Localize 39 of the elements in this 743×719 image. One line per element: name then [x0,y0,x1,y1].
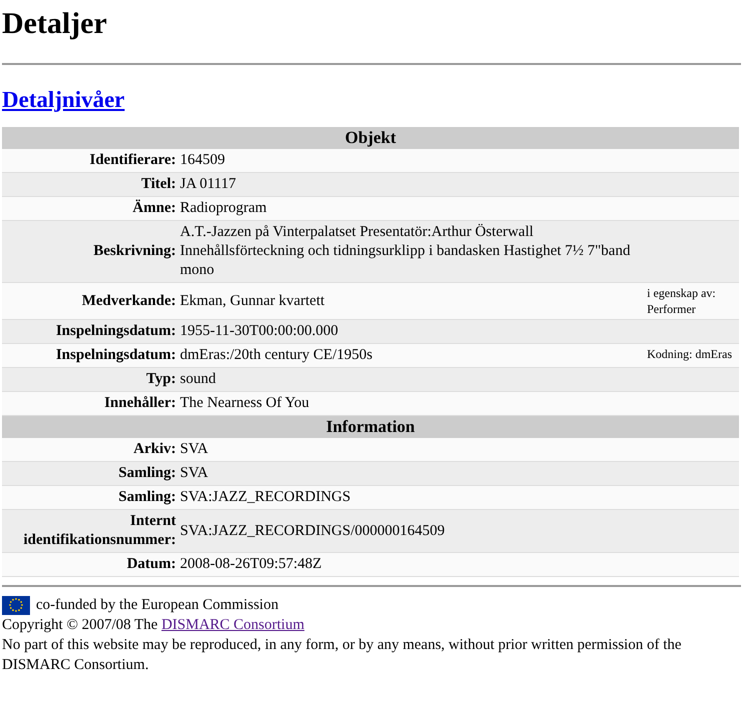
field-value: 2008-08-26T09:57:48Z [180,556,322,572]
field-label: Titel: [141,176,176,192]
eu-flag-icon [2,596,30,615]
field-value: SVA:JAZZ_RECORDINGS/000000164509 [180,522,445,538]
field-label: Innehåller: [104,395,176,411]
section-link[interactable]: Detaljnivåer [2,87,125,112]
funding-text: co-funded by the European Commission [36,596,278,615]
field-label: Samling: [118,465,176,481]
field-label: Inspelningsdatum: [56,323,176,339]
copyright-text: Copyright © 2007/08 The DISMARC Consortium [2,616,306,635]
field-note: Kodning: dmEras [647,347,732,361]
field-value: 164509 [180,152,225,168]
field-label: Arkiv: [134,441,176,457]
field-label: Ämne: [132,200,176,216]
field-value: 1955-11-30T00:00:00.000 [180,323,338,339]
section-heading: Objekt [345,128,396,147]
field-label: Typ: [146,371,176,387]
field-label: Datum: [126,556,176,572]
field-value: sound [180,371,216,387]
field-value: Radioprogram [180,200,267,216]
field-label: Inspelningsdatum: [56,347,176,363]
field-value: Ekman, Gunnar kvartett [180,292,325,308]
field-value: JA 01117 [180,176,236,192]
field-value: SVA [180,465,208,481]
section-heading: Information [326,417,415,436]
page-title: Detaljer [2,6,107,42]
field-value: dmEras:/20th century CE/1950s [180,347,372,363]
copyright-notice: No part of this website may be reproduced, in any form, or by any means, without prior written permission of the DISMARC Consortium. [2,636,682,675]
consortium-link[interactable]: DISMARC Consortium [161,617,304,633]
field-label: Beskrivning: [93,243,176,259]
field-label: Internt identifikationsnummer: [23,513,176,548]
field-label: Medverkande: [82,292,176,308]
field-label: Identifierare: [90,152,176,168]
field-value: The Nearness Of You [180,395,310,411]
field-note: i egenskap av: Performer [647,286,716,316]
field-value: SVA [180,441,208,457]
field-value: SVA:JAZZ_RECORDINGS [180,489,351,505]
field-label: Samling: [118,489,176,505]
field-value: A.T.-Jazzen på Vinterpalatset Presentatör:Arthur Österwall Innehållsförteckning och tidningsurklipp i bandasken Hastighet 7½ 7"band mono [180,224,630,278]
